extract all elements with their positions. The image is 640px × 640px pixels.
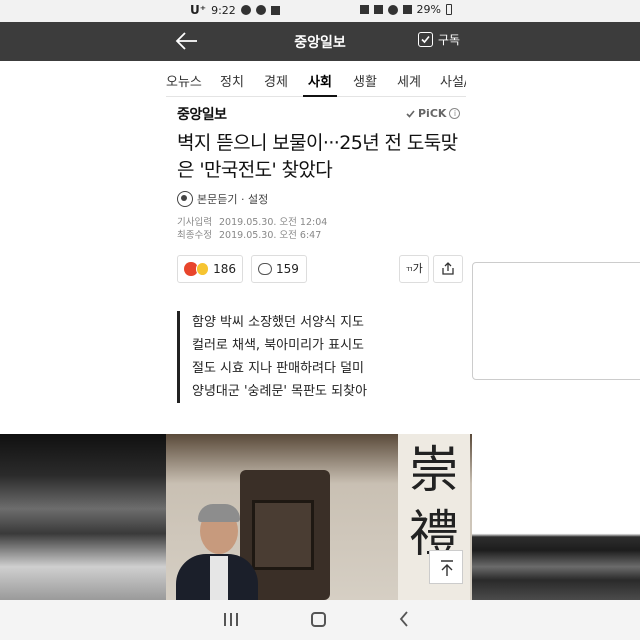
font-size-icon: ㄲ: [405, 265, 413, 274]
battery-percent: 29%: [416, 3, 441, 16]
info-icon[interactable]: i: [449, 108, 461, 119]
share-icon: [442, 262, 454, 275]
alarm-icon: [359, 5, 369, 14]
modified-date: 2019.05.30. 오전 6:47: [219, 230, 322, 241]
font-size-button[interactable]: ㄲ가: [399, 255, 429, 283]
status-bar: U⁺ 9:22 29%: [0, 0, 640, 22]
laugh-emoji-icon: [195, 262, 210, 276]
tab-economy[interactable]: 경제: [264, 71, 288, 90]
comment-count: 159: [276, 262, 299, 276]
photo-right-strip: [472, 434, 640, 600]
summary-line: 절도 시효 지나 판매하려다 덜미: [192, 361, 365, 376]
reaction-button[interactable]: 186: [177, 255, 243, 283]
status-right: 29%: [359, 3, 452, 16]
status-time: 9:22: [211, 3, 236, 17]
tts-control[interactable]: 본문듣기 · 설정: [177, 191, 268, 207]
app-header: 중앙일보 구독: [0, 22, 640, 61]
speaker-icon: [177, 191, 193, 207]
tab-life[interactable]: 생활: [353, 71, 377, 90]
summary-line: 컬러로 채색, 북아미리가 표시도: [192, 338, 365, 353]
article-summary: 함양 박씨 소장했던 서양식 지도 컬러로 채색, 북아미리가 표시도 절도 시…: [177, 311, 457, 403]
tab-news[interactable]: 오뉴스: [166, 71, 202, 90]
checkbox-icon: [418, 32, 433, 47]
mute-icon: [373, 5, 383, 14]
tab-society[interactable]: 사회: [308, 71, 332, 90]
status-left: U⁺ 9:22: [190, 3, 280, 17]
subscribe-button[interactable]: 구독: [418, 31, 460, 48]
carrier-label: U⁺: [190, 3, 207, 17]
home-icon[interactable]: [311, 612, 326, 627]
scroll-top-button[interactable]: [429, 550, 463, 584]
published-date: 2019.05.30. 오전 12:04: [219, 217, 328, 228]
subscribe-label: 구독: [438, 33, 461, 47]
app-notification-icon: [255, 5, 266, 15]
system-nav-bar: [0, 600, 640, 640]
published-label: 기사입력: [177, 217, 212, 228]
wifi-icon: [387, 4, 398, 15]
arrow-up-icon: [441, 560, 453, 576]
article-headline: 벽지 뜯으니 보물이···25년 전 도둑맞은 '만국전도' 찾았다: [177, 132, 458, 181]
plaque-inner: [252, 500, 314, 570]
article-photo: 崇禮: [0, 434, 640, 600]
notification-icon: [240, 5, 251, 15]
modified-label: 최종수정: [177, 230, 212, 241]
article-dates: 기사입력 2019.05.30. 오전 12:04 최종수정 2019.05.30.…: [177, 216, 327, 242]
category-nav: 오뉴스 정치 경제 사회 생활 세계 사설/칼: [166, 61, 466, 97]
tts-label: 본문듣기 · 설정: [197, 193, 269, 206]
summary-line: 양녕대군 '숭례문' 목판도 되찾아: [192, 384, 368, 399]
reaction-count: 186: [213, 262, 236, 276]
comment-icon: [258, 263, 272, 275]
tab-world[interactable]: 세계: [397, 71, 421, 90]
back-icon[interactable]: [398, 610, 410, 632]
tab-editorial[interactable]: 사설/칼: [440, 71, 466, 90]
font-size-label: 가: [412, 262, 423, 275]
banner-text: 崇禮: [409, 441, 459, 563]
photo-left-strip: [0, 434, 166, 600]
pick-label: PiCK: [418, 107, 447, 120]
photo-main-area: 崇禮: [166, 434, 472, 600]
publisher-logo[interactable]: 중앙일보: [177, 104, 227, 124]
summary-line: 함양 박씨 소장했던 서양식 지도: [192, 315, 365, 330]
active-tab-indicator: [303, 95, 337, 97]
person-hair: [198, 504, 240, 522]
battery-icon: [446, 4, 452, 15]
side-panel: [472, 262, 640, 380]
person-shirt: [210, 556, 228, 600]
share-button[interactable]: [433, 255, 463, 283]
recent-apps-icon[interactable]: [224, 613, 238, 626]
signal-icon: [402, 5, 412, 14]
comment-button[interactable]: 159: [251, 255, 307, 283]
tab-politics[interactable]: 정치: [220, 71, 244, 90]
header-title: 중앙일보: [294, 35, 346, 51]
pick-badge[interactable]: PiCK i: [406, 107, 461, 120]
check-icon: [406, 109, 415, 118]
gallery-icon: [270, 5, 280, 15]
